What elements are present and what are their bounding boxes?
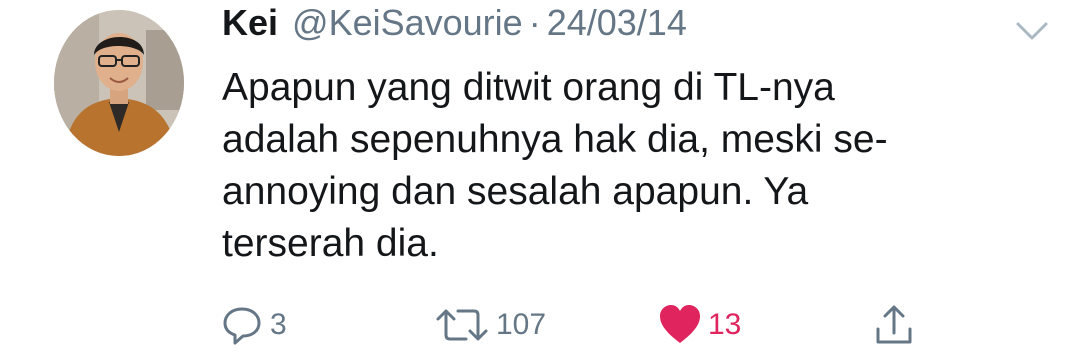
author-handle[interactable]: @KeiSavourie bbox=[292, 2, 523, 44]
tweet: Kei @KeiSavourie · 24/03/14 Apapun yang … bbox=[0, 0, 1080, 360]
reply-icon bbox=[220, 303, 264, 347]
chevron-down-icon[interactable] bbox=[1012, 18, 1052, 46]
share-button[interactable] bbox=[872, 300, 916, 350]
tweet-text: Apapun yang ditwit orang di TL-nya adala… bbox=[222, 62, 1022, 270]
retweet-icon bbox=[434, 303, 490, 347]
tweet-actions: 3 107 13 bbox=[220, 300, 1080, 350]
share-icon bbox=[872, 303, 916, 347]
reply-count: 3 bbox=[270, 308, 287, 341]
like-button[interactable]: 13 bbox=[658, 300, 741, 350]
tweet-text-line: annoying dan sesalah apapun. Ya bbox=[222, 170, 809, 213]
tweet-date[interactable]: 24/03/14 bbox=[547, 2, 687, 44]
heart-icon bbox=[658, 303, 702, 347]
tweet-text-line: Apapun yang ditwit orang di TL-nya bbox=[222, 66, 835, 109]
tweet-text-line: adalah sepenuhnya hak dia, meski se- bbox=[222, 118, 888, 161]
retweet-button[interactable]: 107 bbox=[434, 300, 546, 350]
retweet-count: 107 bbox=[496, 308, 547, 341]
avatar[interactable] bbox=[54, 10, 184, 156]
reply-button[interactable]: 3 bbox=[220, 300, 287, 350]
tweet-header: Kei @KeiSavourie · 24/03/14 bbox=[222, 2, 687, 52]
author-name[interactable]: Kei bbox=[222, 2, 278, 44]
tweet-text-line: terserah dia. bbox=[222, 222, 439, 265]
like-count: 13 bbox=[708, 308, 742, 341]
separator-dot: · bbox=[528, 2, 541, 43]
